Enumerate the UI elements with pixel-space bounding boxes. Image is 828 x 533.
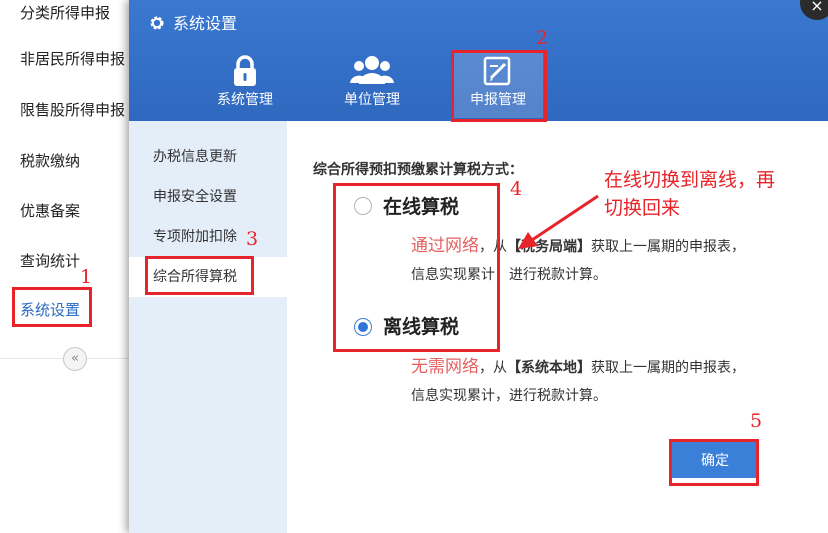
annotation-arrow [518, 194, 599, 249]
screen: 分类所得申报 非居民所得申报 限售股所得申报 税款缴纳 优惠备案 查询统计 系统… [0, 0, 828, 533]
